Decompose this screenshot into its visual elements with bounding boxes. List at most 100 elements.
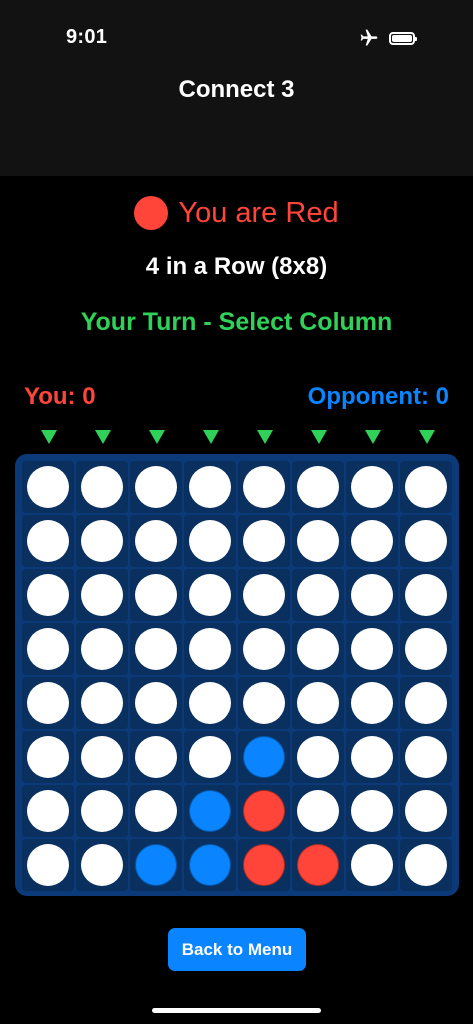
board-cell[interactable] (22, 839, 74, 891)
board-cell[interactable] (292, 785, 344, 837)
board-cell[interactable] (400, 623, 452, 675)
board-cell[interactable] (184, 839, 236, 891)
board-cell[interactable] (292, 461, 344, 513)
board-cell[interactable] (238, 569, 290, 621)
column-arrow-8[interactable] (419, 430, 435, 444)
board-cell[interactable] (22, 515, 74, 567)
blue-disc (243, 736, 285, 778)
board-cell[interactable] (22, 677, 74, 729)
board-cell[interactable] (22, 785, 74, 837)
board-cell[interactable] (238, 677, 290, 729)
board-cell[interactable] (346, 839, 398, 891)
board-cell[interactable] (346, 623, 398, 675)
board-cell[interactable] (130, 515, 182, 567)
airplane-icon (360, 29, 378, 46)
board-cell[interactable] (184, 785, 236, 837)
board-cell[interactable] (130, 623, 182, 675)
turn-status: Your Turn - Select Column (80, 308, 393, 336)
board-cell[interactable] (346, 785, 398, 837)
board-cell[interactable] (184, 731, 236, 783)
board-cell[interactable] (76, 515, 128, 567)
empty-slot (27, 628, 69, 670)
page-title: Connect 3 (178, 76, 295, 103)
board-cell[interactable] (400, 839, 452, 891)
board-cell[interactable] (76, 569, 128, 621)
board-cell[interactable] (130, 461, 182, 513)
board-cell[interactable] (130, 569, 182, 621)
board-cell[interactable] (184, 623, 236, 675)
board-cell[interactable] (346, 731, 398, 783)
column-arrow-6[interactable] (311, 430, 327, 444)
board-cell[interactable] (292, 731, 344, 783)
board-cell[interactable] (400, 461, 452, 513)
board-cell[interactable] (400, 677, 452, 729)
board-cell[interactable] (76, 731, 128, 783)
board-cell[interactable] (346, 569, 398, 621)
empty-slot (27, 574, 69, 616)
board-cell[interactable] (238, 731, 290, 783)
board-cell[interactable] (238, 839, 290, 891)
empty-slot (351, 574, 393, 616)
board-cell[interactable] (184, 569, 236, 621)
board-cell[interactable] (76, 677, 128, 729)
board-cell[interactable] (238, 623, 290, 675)
board-cell[interactable] (22, 623, 74, 675)
board-cell[interactable] (346, 515, 398, 567)
empty-slot (297, 628, 339, 670)
column-arrow-4[interactable] (203, 430, 219, 444)
board-cell[interactable] (292, 569, 344, 621)
empty-slot (81, 466, 123, 508)
player-indicator: You are Red (0, 196, 473, 230)
board-cell[interactable] (76, 623, 128, 675)
battery-icon (389, 31, 417, 45)
empty-slot (297, 736, 339, 778)
home-indicator (152, 1008, 321, 1013)
score-opponent: Opponent: 0 (307, 383, 449, 410)
column-arrow-3[interactable] (149, 430, 165, 444)
board-cell[interactable] (292, 623, 344, 675)
empty-slot (135, 574, 177, 616)
board-cell[interactable] (238, 461, 290, 513)
column-arrow-7[interactable] (365, 430, 381, 444)
board-cell[interactable] (130, 731, 182, 783)
empty-slot (189, 574, 231, 616)
empty-slot (81, 844, 123, 886)
empty-slot (189, 682, 231, 724)
board-cell[interactable] (238, 785, 290, 837)
status-icons (359, 28, 417, 48)
board-cell[interactable] (400, 569, 452, 621)
board-cell[interactable] (22, 569, 74, 621)
board-cell[interactable] (346, 677, 398, 729)
empty-slot (81, 790, 123, 832)
board-cell[interactable] (184, 515, 236, 567)
column-arrow-2[interactable] (95, 430, 111, 444)
empty-slot (405, 736, 447, 778)
board-cell[interactable] (292, 677, 344, 729)
board-cell[interactable] (292, 515, 344, 567)
board-cell[interactable] (22, 461, 74, 513)
column-arrow-1[interactable] (41, 430, 57, 444)
board-cell[interactable] (400, 515, 452, 567)
column-arrow-5[interactable] (257, 430, 273, 444)
board-cell[interactable] (184, 461, 236, 513)
board-cell[interactable] (76, 461, 128, 513)
empty-slot (405, 520, 447, 562)
empty-slot (405, 466, 447, 508)
board-cell[interactable] (400, 785, 452, 837)
board-cell[interactable] (22, 731, 74, 783)
board-cell[interactable] (400, 731, 452, 783)
empty-slot (189, 520, 231, 562)
board-cell[interactable] (238, 515, 290, 567)
back-to-menu-button[interactable]: Back to Menu (168, 928, 306, 971)
board-cell[interactable] (346, 461, 398, 513)
empty-slot (243, 628, 285, 670)
board-cell[interactable] (76, 839, 128, 891)
board-cell[interactable] (76, 785, 128, 837)
board-cell[interactable] (130, 839, 182, 891)
battery-level (392, 34, 412, 42)
board-cell[interactable] (130, 785, 182, 837)
board-cell[interactable] (184, 677, 236, 729)
board-cell[interactable] (130, 677, 182, 729)
board-cell[interactable] (292, 839, 344, 891)
empty-slot (243, 520, 285, 562)
